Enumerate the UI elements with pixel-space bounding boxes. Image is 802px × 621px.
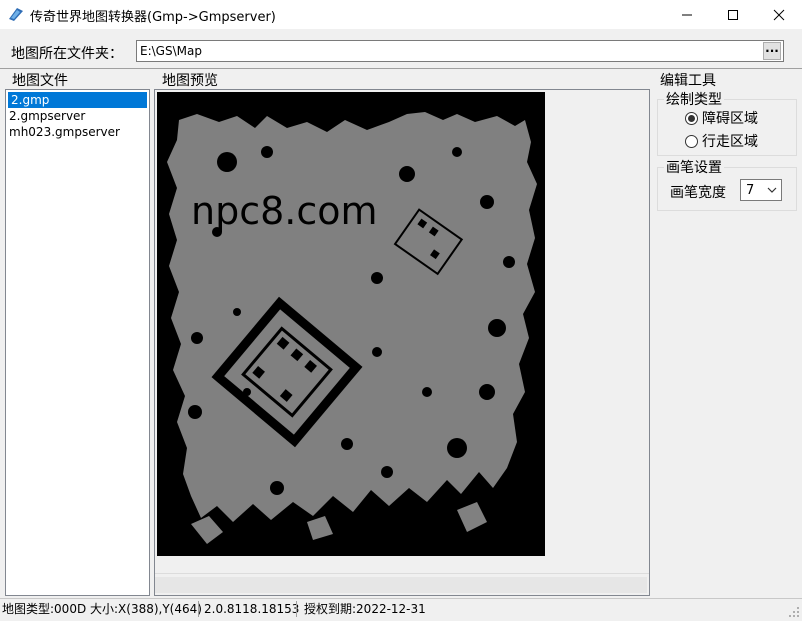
radio-obstacle-label: 障碍区域 [702, 111, 758, 127]
map-preview-pane: npc8.com [154, 89, 650, 596]
file-item-2[interactable]: mh023.gmpserver [6, 124, 149, 140]
tools-panel: 绘制类型 障碍区域 行走区域 画笔设置 画笔宽度 7 [652, 89, 800, 596]
folder-path-value: E:\GS\Map [140, 44, 202, 58]
radio-walkable[interactable]: 行走区域 [685, 131, 758, 151]
file-list[interactable]: 2.gmp 2.gmpserver mh023.gmpserver [5, 89, 150, 596]
tools-section-label: 编辑工具 [660, 73, 716, 89]
map-image: npc8.com [157, 92, 545, 556]
map-watermark: npc8.com [191, 189, 378, 233]
status-divider [296, 601, 297, 617]
radio-button-icon [685, 111, 698, 125]
radio-walkable-label: 行走区域 [702, 134, 758, 150]
close-button[interactable] [756, 0, 802, 29]
status-version: 2.0.8118.18153 [204, 602, 300, 616]
brush-width-select[interactable]: 7 [740, 179, 782, 201]
window-title: 传奇世界地图转换器(Gmp->Gmpserver) [30, 10, 276, 25]
brush-settings-group: 画笔设置 画笔宽度 7 [657, 157, 797, 211]
draw-type-title: 绘制类型 [664, 89, 724, 109]
file-item-1[interactable]: 2.gmpserver [6, 108, 149, 124]
maximize-icon [728, 9, 738, 20]
brush-settings-title: 画笔设置 [664, 157, 724, 177]
radio-obstacle[interactable]: 障碍区域 [685, 108, 758, 128]
resize-grip-icon[interactable] [788, 606, 800, 618]
chevron-down-icon [767, 187, 777, 193]
divider [0, 68, 802, 69]
radio-checked-dot [688, 114, 695, 122]
status-map-info: 地图类型:000D 大小:X(388),Y(464) [2, 602, 202, 616]
folder-row: 地图所在文件夹： E:\GS\Map ··· [0, 36, 802, 66]
scrollbar-track[interactable] [155, 577, 647, 593]
folder-path-input[interactable]: E:\GS\Map ··· [136, 40, 784, 62]
file-item-0[interactable]: 2.gmp [8, 92, 147, 108]
maximize-button[interactable] [710, 0, 756, 29]
folder-label: 地图所在文件夹： [11, 46, 123, 62]
close-icon [773, 9, 785, 20]
minimize-icon [682, 14, 692, 15]
brush-width-label: 画笔宽度 [670, 185, 726, 201]
map-canvas[interactable]: npc8.com [157, 92, 545, 556]
title-bar: 传奇世界地图转换器(Gmp->Gmpserver) [0, 0, 802, 29]
browse-button[interactable]: ··· [763, 42, 781, 60]
radio-button-icon [685, 134, 698, 148]
draw-type-group: 绘制类型 障碍区域 行走区域 [657, 89, 797, 156]
files-section-label: 地图文件 [12, 73, 68, 89]
status-bar: 地图类型:000D 大小:X(388),Y(464) 2.0.8118.1815… [0, 598, 802, 618]
status-divider [198, 601, 199, 617]
brush-width-value: 7 [746, 183, 755, 198]
minimize-button[interactable] [664, 0, 710, 29]
preview-section-label: 地图预览 [162, 73, 218, 89]
horizontal-scrollbar[interactable] [155, 573, 649, 595]
status-license: 授权到期:2022-12-31 [304, 602, 426, 616]
app-icon [9, 8, 23, 21]
